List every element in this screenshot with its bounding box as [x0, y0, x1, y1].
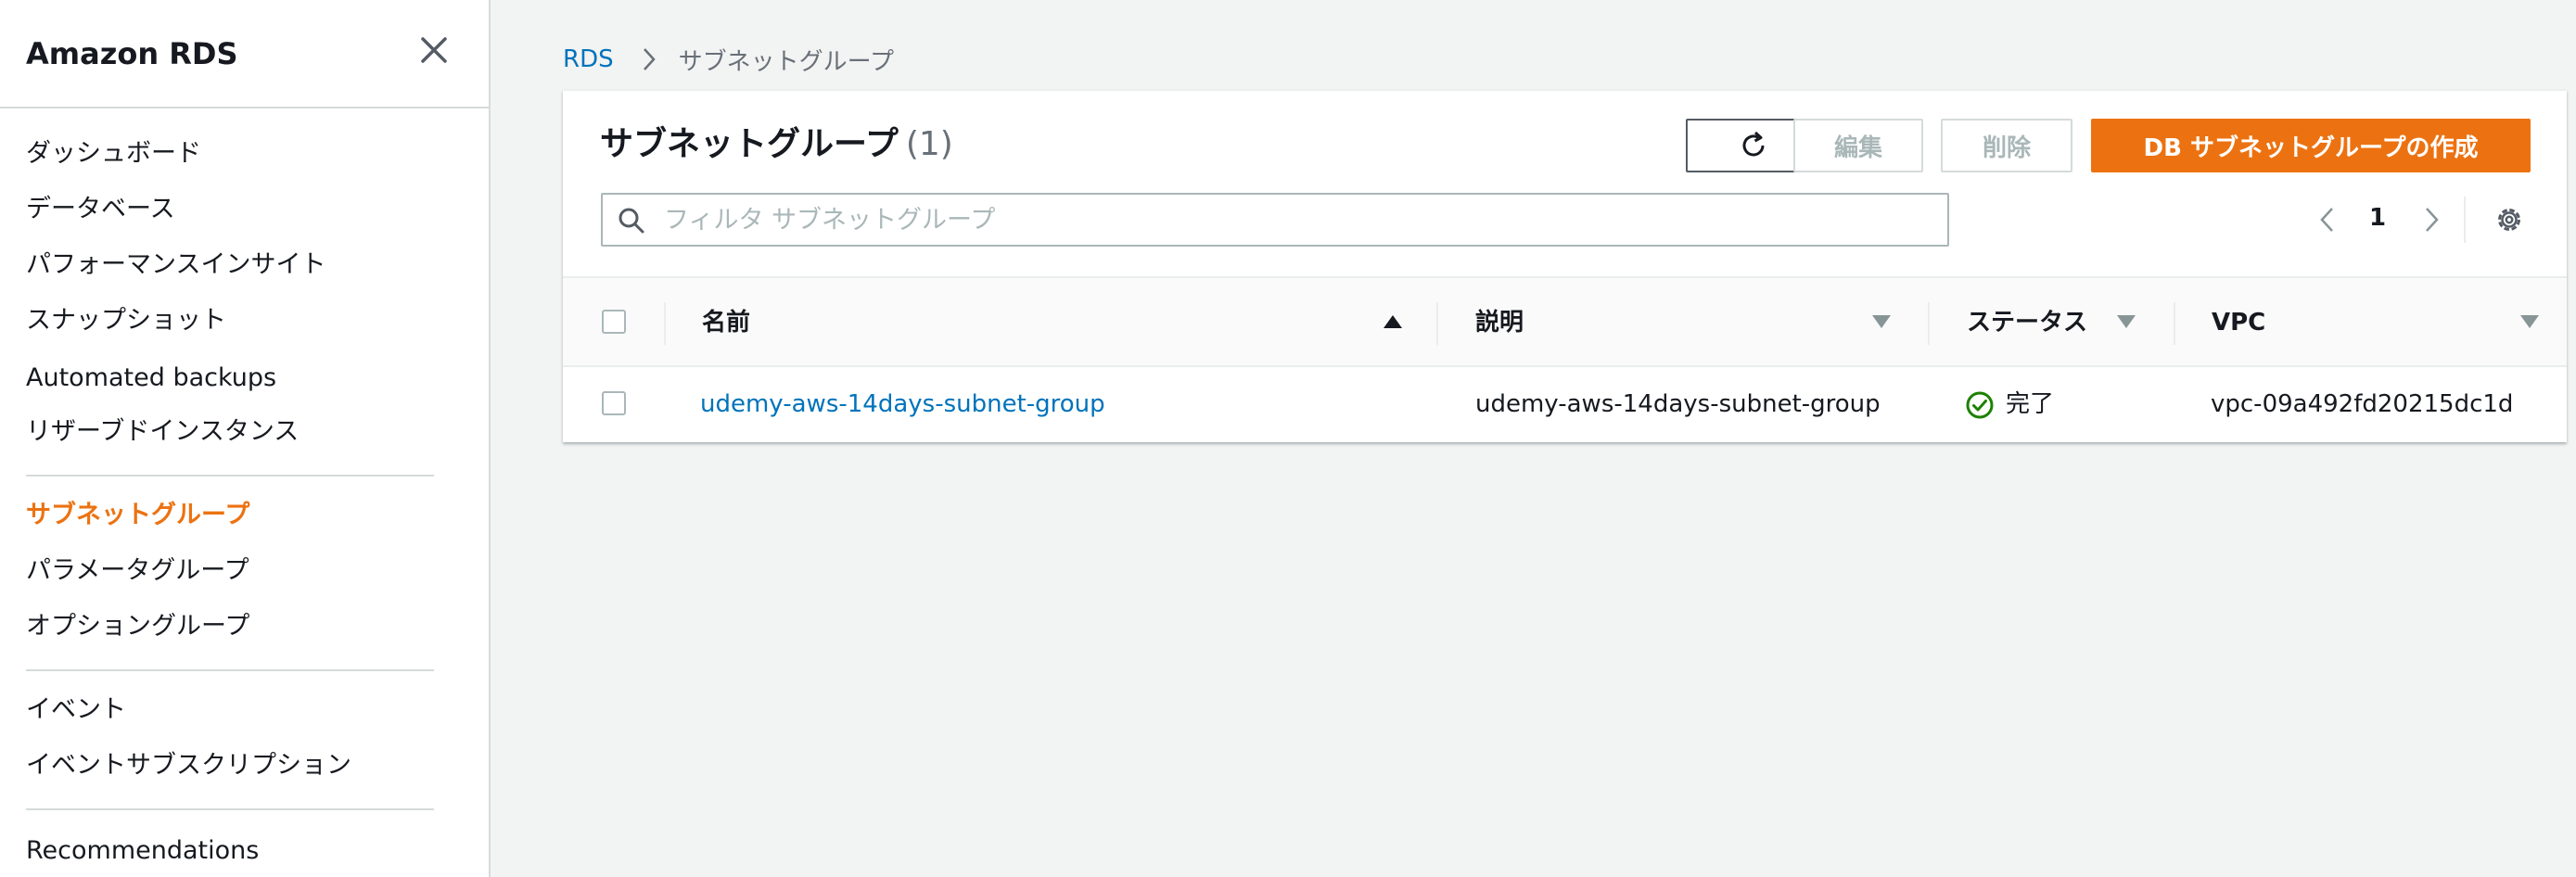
status-badge: 完了 — [2006, 390, 2055, 418]
sidebar-item-option-groups[interactable]: オプショングループ — [26, 610, 249, 643]
sidebar-item-recommendations[interactable]: Recommendations — [26, 834, 259, 868]
sort-ascending-icon[interactable] — [1383, 313, 1403, 330]
column-header-vpc[interactable]: VPC — [2212, 306, 2265, 339]
sidebar-item-databases[interactable]: データベース — [26, 193, 175, 226]
column-header-description[interactable]: 説明 — [1475, 306, 1524, 339]
sort-descending-icon[interactable] — [1871, 313, 1892, 330]
column-separator — [664, 302, 666, 345]
current-page-number[interactable]: 1 — [2369, 204, 2386, 232]
sidebar-divider — [26, 808, 434, 810]
chevron-left-icon[interactable] — [2314, 206, 2341, 234]
check-circle-icon — [1966, 391, 1994, 419]
delete-button[interactable]: 削除 — [1941, 119, 2072, 172]
sidebar-divider — [26, 669, 434, 671]
sidebar-item-automated-backups[interactable]: Automated backups — [26, 362, 276, 395]
table-row[interactable]: udemy-aws-14days-subnet-group udemy-aws-… — [563, 367, 2567, 443]
sort-descending-icon[interactable] — [2519, 313, 2540, 330]
breadcrumb: RDS サブネットグループ — [563, 43, 894, 76]
sidebar-item-performance-insights[interactable]: パフォーマンスインサイト — [26, 248, 325, 282]
sidebar-title: Amazon RDS — [26, 36, 238, 71]
panel-title-text: サブネットグループ — [600, 125, 899, 163]
subnet-group-description: udemy-aws-14days-subnet-group — [1475, 390, 1881, 418]
refresh-icon — [1742, 131, 1765, 157]
sidebar-item-subnet-groups[interactable]: サブネットグループ — [26, 499, 249, 532]
chevron-right-icon — [643, 48, 656, 70]
column-separator — [2174, 302, 2175, 345]
sidebar-item-snapshots[interactable]: スナップショット — [26, 304, 226, 337]
sidebar-header: Amazon RDS — [0, 0, 489, 108]
gear-icon[interactable] — [2493, 204, 2525, 235]
search-input[interactable] — [664, 195, 1934, 245]
sidebar-divider — [26, 475, 434, 477]
edit-button[interactable]: 編集 — [1793, 119, 1923, 172]
breadcrumb-current: サブネットグループ — [678, 47, 895, 76]
create-subnet-group-button[interactable]: DB サブネットグループの作成 — [2091, 119, 2531, 172]
row-checkbox[interactable] — [602, 391, 626, 415]
column-separator — [1928, 302, 1930, 345]
subnet-group-name-link[interactable]: udemy-aws-14days-subnet-group — [700, 388, 1105, 421]
column-header-name[interactable]: 名前 — [702, 306, 750, 339]
column-separator — [1436, 302, 1438, 345]
sort-descending-icon[interactable] — [2116, 313, 2136, 330]
item-count: (1) — [905, 125, 953, 163]
table-header: 名前 説明 ステータス VPC — [563, 276, 2567, 367]
app-root: Amazon RDS ダッシュボード データベース パフォーマンスインサイト ス… — [0, 0, 2576, 877]
close-sidebar-button[interactable] — [415, 32, 453, 69]
vpc-id: vpc-09a492fd20215dc1d — [2211, 390, 2514, 418]
sidebar-item-parameter-groups[interactable]: パラメータグループ — [26, 554, 249, 588]
sidebar-item-events[interactable]: イベント — [26, 693, 126, 727]
subnet-groups-panel: サブネットグループ(1) 編集 削除 DB サブネットグループの作成 1 — [563, 90, 2567, 442]
chevron-right-icon[interactable] — [2417, 206, 2445, 234]
sidebar-item-dashboard[interactable]: ダッシュボード — [26, 137, 201, 171]
sidebar: Amazon RDS ダッシュボード データベース パフォーマンスインサイト ス… — [0, 0, 491, 877]
close-icon — [421, 37, 447, 63]
select-all-checkbox[interactable] — [602, 310, 626, 334]
sidebar-item-reserved-instances[interactable]: リザーブドインスタンス — [26, 415, 299, 449]
page-title: サブネットグループ (1) — [600, 124, 953, 165]
column-header-status[interactable]: ステータス — [1967, 306, 2087, 339]
search-icon — [618, 208, 644, 234]
pagination-divider — [2464, 197, 2466, 243]
pagination: 1 — [2306, 193, 2557, 247]
breadcrumb-rds-link[interactable]: RDS — [563, 45, 614, 73]
sidebar-item-event-subscriptions[interactable]: イベントサブスクリプション — [26, 749, 351, 782]
search-box — [601, 193, 1949, 247]
